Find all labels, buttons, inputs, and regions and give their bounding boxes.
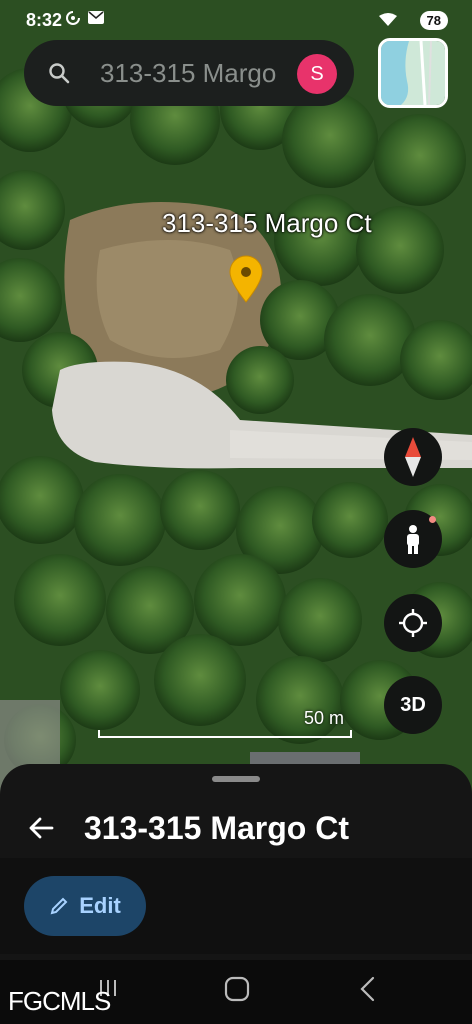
search-bar[interactable]: 313-315 Margo S bbox=[24, 40, 354, 106]
scale-label: 50 m bbox=[303, 708, 344, 728]
home-icon[interactable] bbox=[224, 976, 250, 1007]
place-sheet[interactable]: 313-315 Margo Ct Edit bbox=[0, 764, 472, 960]
wifi-icon bbox=[378, 12, 398, 33]
watermark: FGCMLS bbox=[8, 986, 111, 1016]
location-pin-icon[interactable] bbox=[226, 254, 266, 309]
place-label[interactable]: 313-315 Margo Ct bbox=[162, 208, 372, 239]
avatar[interactable]: S bbox=[297, 54, 337, 94]
street-view-button[interactable] bbox=[384, 510, 442, 568]
scale-bar bbox=[98, 730, 352, 738]
sheet-title: 313-315 Margo Ct bbox=[84, 810, 349, 846]
pencil-icon bbox=[50, 897, 68, 915]
my-location-icon bbox=[399, 609, 427, 637]
notification-dot bbox=[429, 516, 436, 523]
layers-icon bbox=[381, 41, 445, 105]
pegman-icon bbox=[407, 525, 419, 554]
signal-icon bbox=[66, 11, 80, 30]
search-input[interactable]: 313-315 Margo bbox=[100, 58, 280, 89]
search-icon[interactable] bbox=[48, 62, 70, 89]
status-bar: 8:32 78 bbox=[0, 0, 472, 40]
edit-button[interactable]: Edit bbox=[24, 876, 146, 936]
mail-icon bbox=[88, 11, 104, 29]
edit-label: Edit bbox=[79, 893, 121, 918]
compass-icon bbox=[405, 437, 421, 477]
my-location-button[interactable] bbox=[384, 594, 442, 652]
battery-indicator: 78 bbox=[419, 11, 448, 30]
drag-handle[interactable] bbox=[212, 776, 260, 782]
compass-button[interactable] bbox=[384, 428, 442, 486]
3d-button[interactable]: 3D bbox=[384, 676, 442, 734]
layers-button[interactable] bbox=[378, 38, 448, 108]
status-time: 8:32 bbox=[26, 10, 63, 30]
back-arrow-icon[interactable] bbox=[28, 816, 54, 845]
map-scale: 50 m bbox=[98, 706, 354, 738]
nav-back-icon[interactable] bbox=[358, 976, 378, 1007]
